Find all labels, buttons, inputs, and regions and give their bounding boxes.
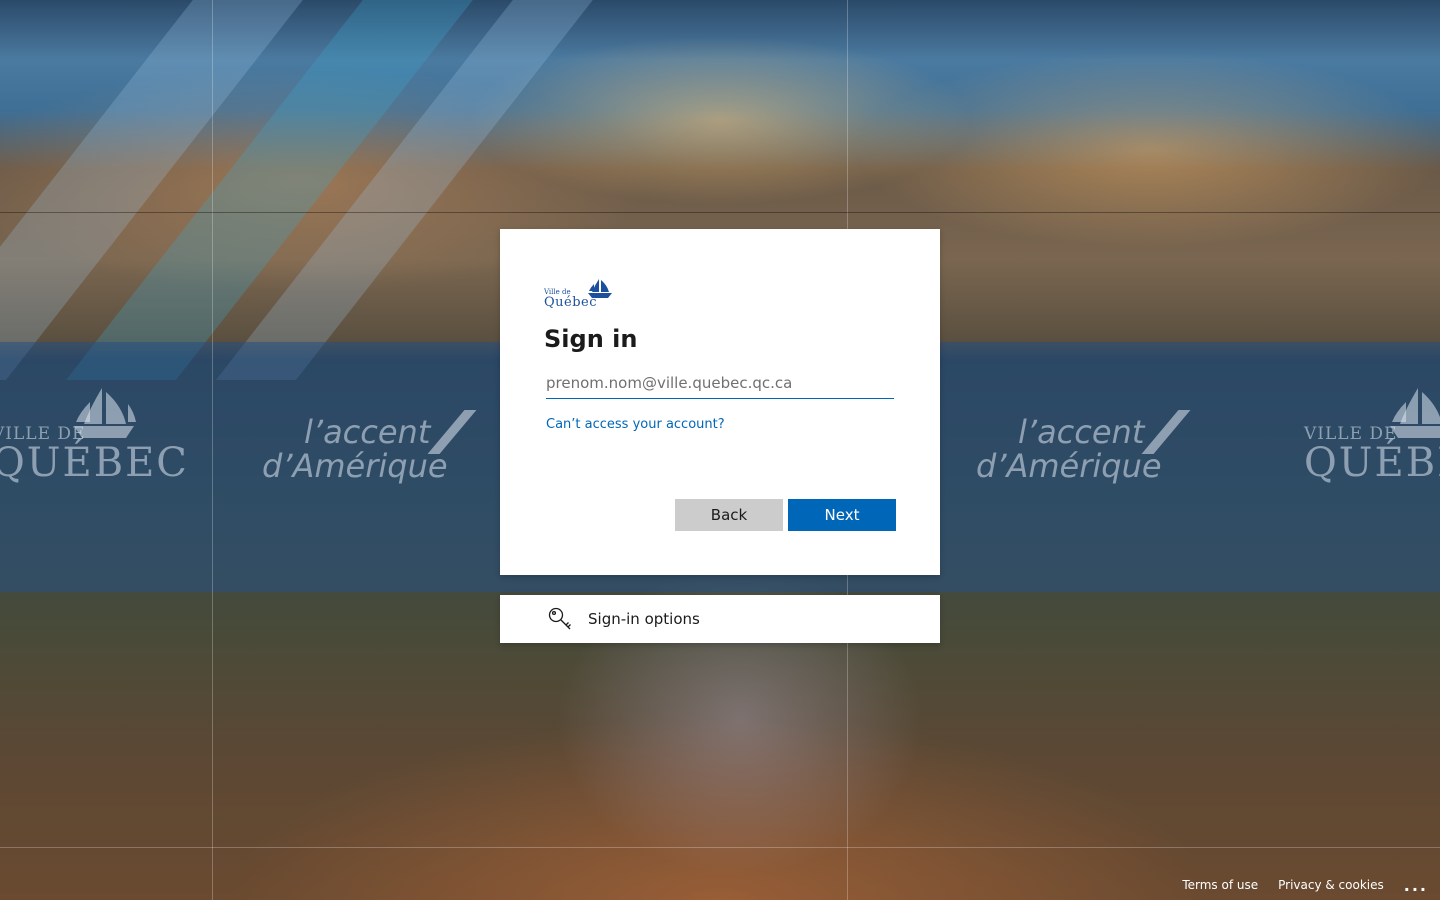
privacy-cookies-link[interactable]: Privacy & cookies — [1278, 878, 1384, 892]
terms-of-use-link[interactable]: Terms of use — [1182, 878, 1258, 892]
bg-accent-line2: d’Amérique — [976, 446, 1162, 485]
bg-accent-line1: l’accent — [304, 413, 431, 451]
next-button[interactable]: Next — [788, 499, 896, 531]
back-button[interactable]: Back — [675, 499, 783, 531]
signin-options-button[interactable]: Sign-in options — [500, 595, 940, 643]
grid-line — [0, 847, 1440, 848]
action-buttons: Back Next — [675, 499, 896, 531]
grid-line — [212, 0, 213, 900]
bg-accent-line1: l’accent — [1018, 413, 1145, 451]
bg-accent-watermark-right: l’accent d’Amérique — [976, 410, 1191, 485]
bg-accent-watermark-left: l’accent d’Amérique — [262, 410, 477, 485]
page-title: Sign in — [544, 325, 638, 353]
bg-brand-big: QUÉBEC — [0, 440, 189, 486]
ship-icon — [74, 388, 136, 438]
grid-line — [0, 212, 1440, 213]
ship-icon — [1390, 388, 1440, 438]
key-icon — [548, 607, 571, 630]
more-options-icon[interactable]: ... — [1404, 876, 1428, 895]
bg-brand-big: QUÉBEC — [1304, 440, 1440, 486]
bg-accent-line2: d’Amérique — [262, 446, 448, 485]
signin-options-label: Sign-in options — [588, 610, 700, 628]
footer: Terms of use Privacy & cookies ... — [1182, 870, 1440, 900]
ship-logo-icon — [588, 279, 613, 298]
cant-access-account-link[interactable]: Can’t access your account? — [546, 417, 725, 432]
ville-de-quebec-logo: Ville de Québec — [544, 273, 896, 309]
signin-card: Ville de Québec Sign in Can’t access you… — [500, 229, 940, 575]
email-input[interactable] — [546, 368, 894, 399]
